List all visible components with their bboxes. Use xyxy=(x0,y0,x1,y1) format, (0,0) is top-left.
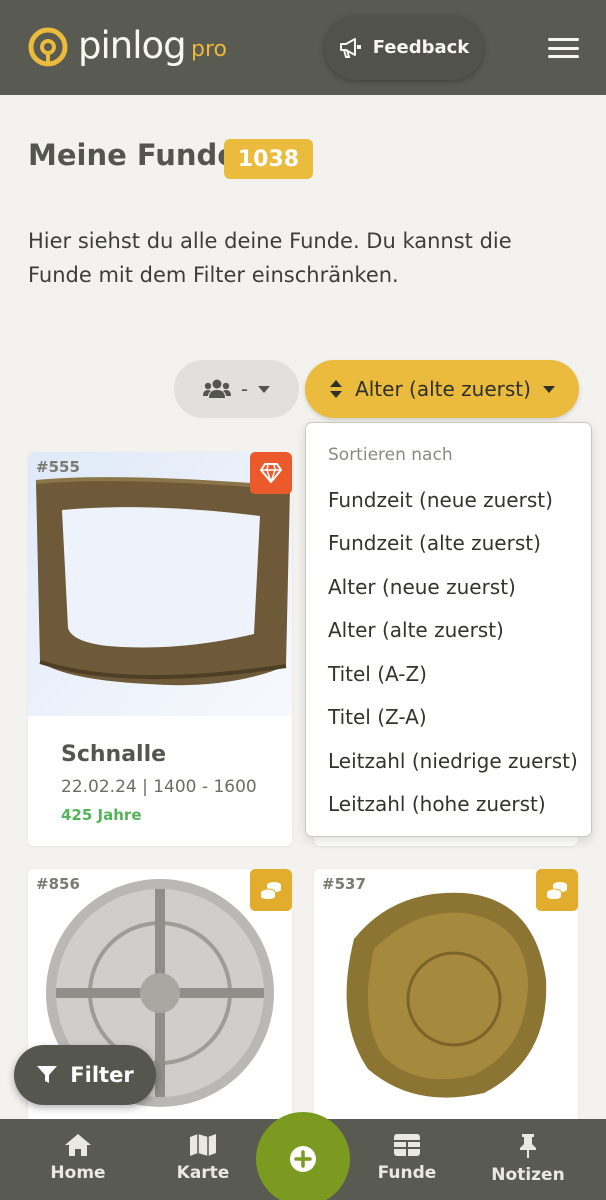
dropdown-header: Sortieren nach xyxy=(328,445,453,465)
caret-down-icon xyxy=(542,385,555,393)
add-find-button[interactable] xyxy=(256,1112,350,1200)
group-select-button[interactable]: - xyxy=(174,360,299,418)
home-icon xyxy=(65,1134,91,1156)
find-title: Schnalle xyxy=(61,742,167,767)
users-icon xyxy=(202,379,231,398)
feedback-label: Feedback xyxy=(372,37,470,58)
plus-circle-icon xyxy=(290,1146,316,1172)
coins-badge xyxy=(250,869,292,911)
count-badge: 1038 xyxy=(224,139,313,179)
grid-icon xyxy=(394,1134,420,1156)
group-value: - xyxy=(240,377,249,401)
page-title: Meine Funde xyxy=(28,138,237,172)
nav-funde[interactable]: Funde xyxy=(352,1119,462,1200)
top-app-bar: pinlog pro Feedback xyxy=(0,0,606,95)
sort-option[interactable]: Leitzahl (niedrige zuerst) xyxy=(328,749,578,773)
sort-option[interactable]: Titel (Z-A) xyxy=(328,705,427,729)
find-card[interactable]: #555 Schnalle 22.02.24 | 1400 - 1600 425… xyxy=(28,452,292,846)
sort-option[interactable]: Alter (neue zuerst) xyxy=(328,575,516,599)
nav-notizen[interactable]: Notizen xyxy=(473,1119,583,1200)
filter-icon xyxy=(37,1066,58,1083)
logo-pin-icon[interactable] xyxy=(28,27,68,67)
megaphone-icon xyxy=(339,37,361,58)
sort-option[interactable]: Titel (A-Z) xyxy=(328,662,427,686)
sort-option[interactable]: Fundzeit (neue zuerst) xyxy=(328,488,553,512)
sort-dropdown-menu: Sortieren nach Fundzeit (neue zuerst) Fu… xyxy=(305,422,592,837)
map-icon xyxy=(190,1134,216,1156)
logo-pro-label: pro xyxy=(191,37,227,62)
gem-icon xyxy=(260,463,282,483)
find-id: #555 xyxy=(36,458,80,476)
chevron-down-icon xyxy=(258,385,271,393)
sort-icon xyxy=(330,380,343,398)
nav-home[interactable]: Home xyxy=(23,1119,133,1200)
find-id: #537 xyxy=(322,875,366,893)
menu-icon[interactable] xyxy=(548,38,579,58)
filter-button[interactable]: Filter xyxy=(14,1045,156,1105)
sort-dropdown-button[interactable]: Alter (alte zuerst) xyxy=(305,360,579,418)
coins-icon xyxy=(260,882,281,899)
filter-label: Filter xyxy=(70,1063,134,1087)
find-meta: 22.02.24 | 1400 - 1600 xyxy=(61,777,257,797)
sort-option[interactable]: Alter (alte zuerst) xyxy=(328,618,504,642)
nav-karte[interactable]: Karte xyxy=(148,1119,258,1200)
feedback-button[interactable]: Feedback xyxy=(324,15,484,80)
find-card[interactable]: #537 xyxy=(314,869,578,1129)
nav-karte-label: Karte xyxy=(176,1163,230,1183)
nav-notizen-label: Notizen xyxy=(491,1165,565,1185)
nav-home-label: Home xyxy=(50,1163,106,1183)
coins-icon xyxy=(546,882,567,899)
coins-badge xyxy=(536,869,578,911)
pin-icon xyxy=(520,1134,536,1158)
find-age: 425 Jahre xyxy=(61,806,142,824)
logo-text[interactable]: pinlog xyxy=(78,24,187,68)
page-description: Hier siehst du alle deine Funde. Du kann… xyxy=(28,229,512,287)
gem-badge xyxy=(250,452,292,494)
sort-option[interactable]: Leitzahl (hohe zuerst) xyxy=(328,792,546,816)
nav-funde-label: Funde xyxy=(377,1163,437,1183)
sort-label: Alter (alte zuerst) xyxy=(355,377,531,401)
find-id: #856 xyxy=(36,875,80,893)
sort-option[interactable]: Fundzeit (alte zuerst) xyxy=(328,531,541,555)
